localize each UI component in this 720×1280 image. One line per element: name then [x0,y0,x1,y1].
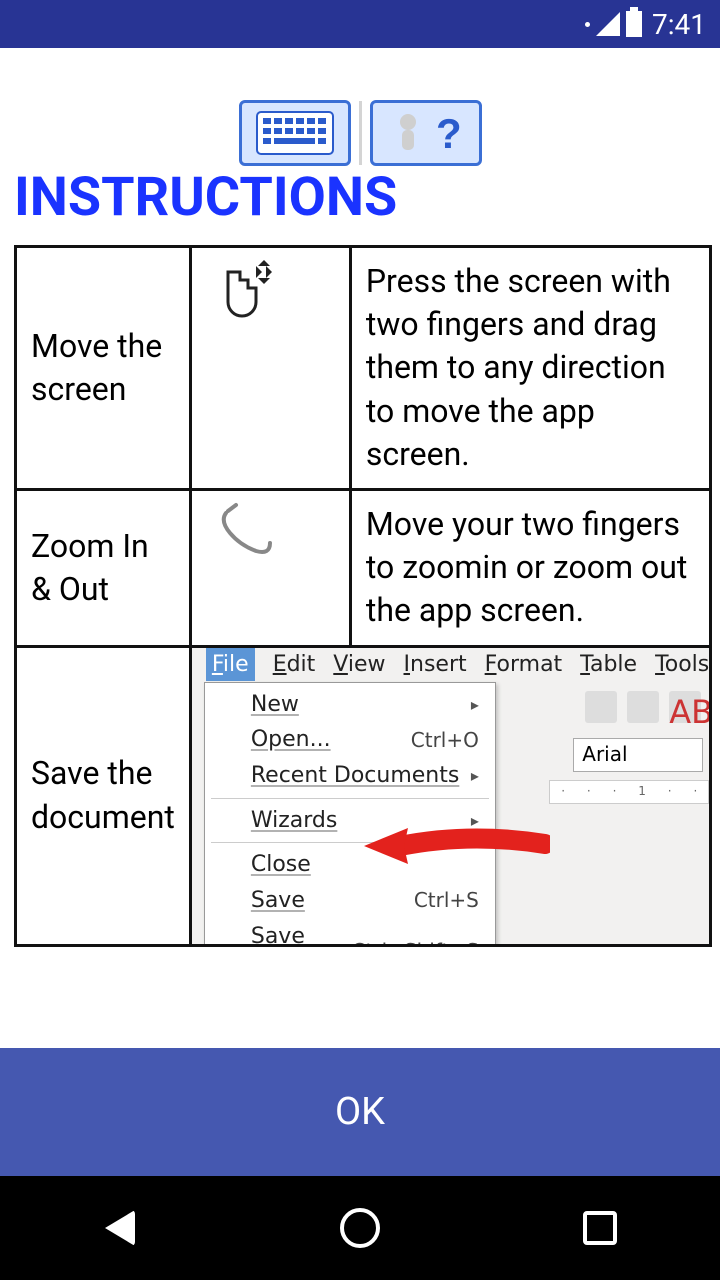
header-icons: ? [14,48,706,166]
menu-item-new: New▸ [205,687,495,723]
font-selector: Arial [573,738,703,772]
menubar-item: Edit [273,650,316,680]
pinch-gesture-icon [206,501,282,577]
red-arrow-annotation [360,822,550,870]
move-gesture-icon [206,258,282,334]
table-row: Move the screen Press the screen with tw… [16,247,711,490]
menu-item-open: Open...Ctrl+O [205,722,495,758]
recents-button[interactable] [578,1206,622,1250]
menubar: File Edit View Insert Format Table Tools [192,648,709,682]
row-desc: Move your two fingers to zoomin or zoom … [350,489,710,646]
toolbar-icon [627,691,659,723]
menubar-item: View [333,650,385,680]
ruler: ···1·· [549,780,709,804]
back-button[interactable] [98,1206,142,1250]
toolbar-icon [585,691,617,723]
keyboard-icon[interactable] [239,100,351,166]
back-icon [105,1210,135,1246]
menubar-item: Format [485,650,563,680]
home-icon [340,1208,380,1248]
row-title: Zoom In & Out [16,489,191,646]
ok-label: OK [335,1090,385,1134]
file-dropdown: New▸ Open...Ctrl+O Recent Documents▸ Wiz… [204,682,496,944]
network-dot-icon [585,22,590,27]
ok-button[interactable]: OK [0,1048,720,1176]
toolbar-icons: ABC [577,682,709,732]
menubar-item-file: File [206,648,255,682]
svg-text:?: ? [436,110,462,157]
help-icon[interactable]: ? [370,100,482,166]
row-title: Move the screen [16,247,191,490]
menu-item-save: SaveCtrl+S [205,883,495,919]
menubar-item: Tools [655,650,709,680]
instructions-table: Move the screen Press the screen with tw… [14,245,712,947]
signal-icon [596,12,620,36]
menu-item-recent: Recent Documents▸ [205,758,495,794]
menubar-item: Insert [404,650,467,680]
save-menu-illustration: File Edit View Insert Format Table Tools… [190,646,710,945]
instructions-panel: ? INSTRUCTIONS Move the screen [0,48,720,1048]
status-icons [585,11,642,37]
page-title: INSTRUCTIONS [14,166,706,245]
android-nav-bar [0,1176,720,1280]
recents-icon [583,1211,617,1245]
home-button[interactable] [338,1206,382,1250]
divider [359,101,362,165]
menubar-item: Table [580,650,637,680]
battery-icon [626,11,642,37]
table-row: Save the document File Edit View Insert … [16,646,711,945]
row-icon-cell [190,247,350,490]
row-title: Save the document [16,646,191,945]
toolbar-icon: ABC [669,691,701,723]
menu-item-saveas: Save As...Ctrl+Shift+S [205,919,495,944]
table-row: Zoom In & Out Move your two fingers to z… [16,489,711,646]
status-bar: 7:41 [0,0,720,48]
row-icon-cell [190,489,350,646]
clock: 7:41 [652,8,706,41]
row-desc: Press the screen with two fingers and dr… [350,247,710,490]
